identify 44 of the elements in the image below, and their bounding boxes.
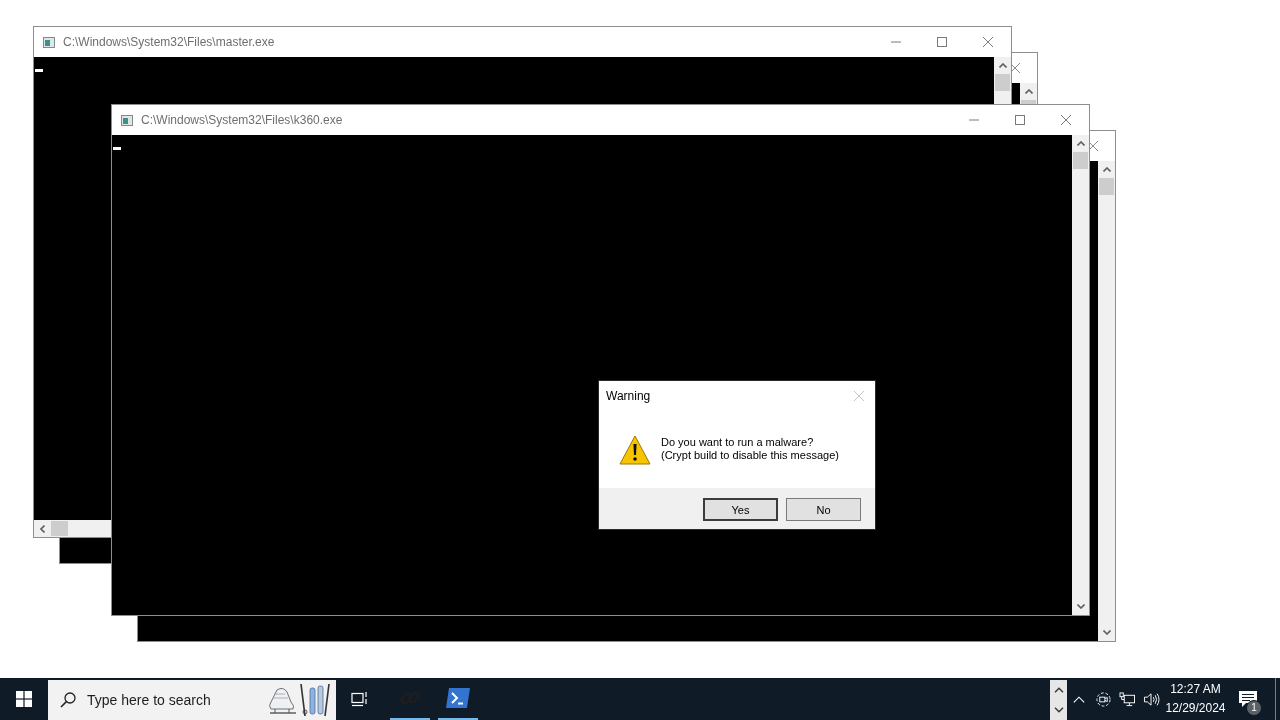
console-app-icon: [121, 114, 133, 126]
chevron-up-icon: [1102, 167, 1111, 172]
windows-logo-icon: [16, 691, 32, 707]
chevron-down-icon: [1053, 707, 1064, 713]
close-icon: [1061, 115, 1071, 125]
scrollbar-thumb[interactable]: [1021, 100, 1036, 104]
close-icon: [983, 37, 993, 47]
notification-button[interactable]: 1: [1228, 678, 1268, 720]
search-input[interactable]: Type here to search: [87, 692, 265, 708]
scrollbar-thumb[interactable]: [51, 521, 68, 536]
search-icon: [60, 692, 76, 708]
chevron-up-icon: [1073, 695, 1085, 703]
scrollbar-thumb[interactable]: [1073, 152, 1088, 169]
chevron-left-icon: [40, 524, 45, 533]
dialog-button[interactable]: Yes: [703, 498, 778, 521]
dialog-title: Warning: [606, 388, 651, 403]
chevron-up-icon: [1024, 89, 1033, 94]
maximize-icon: [937, 37, 947, 47]
message-text: (Crypt build to disable this message): [661, 449, 839, 462]
video-camera-icon: [1094, 691, 1112, 707]
maximize-icon: [1015, 115, 1025, 125]
console-app-icon: [43, 36, 55, 48]
clock-time[interactable]: 12:27 AM: [1170, 680, 1221, 699]
chevron-up-icon: [998, 63, 1007, 68]
network-icon: [1118, 691, 1136, 707]
taskbar-scroller[interactable]: [1050, 680, 1067, 720]
search-bar[interactable]: Type here to search: [48, 680, 336, 720]
notification-badge: 1: [1246, 700, 1262, 716]
close-icon: [854, 390, 864, 401]
clock-date[interactable]: 12/29/2024: [1165, 699, 1226, 718]
scrollbar-thumb[interactable]: [995, 74, 1010, 91]
task-view-icon: [351, 691, 369, 707]
chevron-down-icon: [1076, 604, 1085, 609]
window-title: C:\Windows\System32\Files\master.exe: [63, 35, 275, 49]
window-title: C:\Windows\System32\Files\k360.exe: [141, 113, 343, 127]
message-text: Do you want to run a malware?: [661, 436, 815, 449]
chevron-up-icon: [1076, 141, 1085, 146]
warning-icon: [619, 435, 651, 465]
speaker-icon: [1142, 691, 1160, 707]
terminal-prompt-icon: [446, 687, 470, 709]
chevron-down-icon: [1102, 630, 1111, 635]
dialog-button[interactable]: No: [786, 498, 861, 521]
chevron-up-icon: [1053, 687, 1064, 693]
scrollbar-thumb[interactable]: [1099, 178, 1114, 195]
